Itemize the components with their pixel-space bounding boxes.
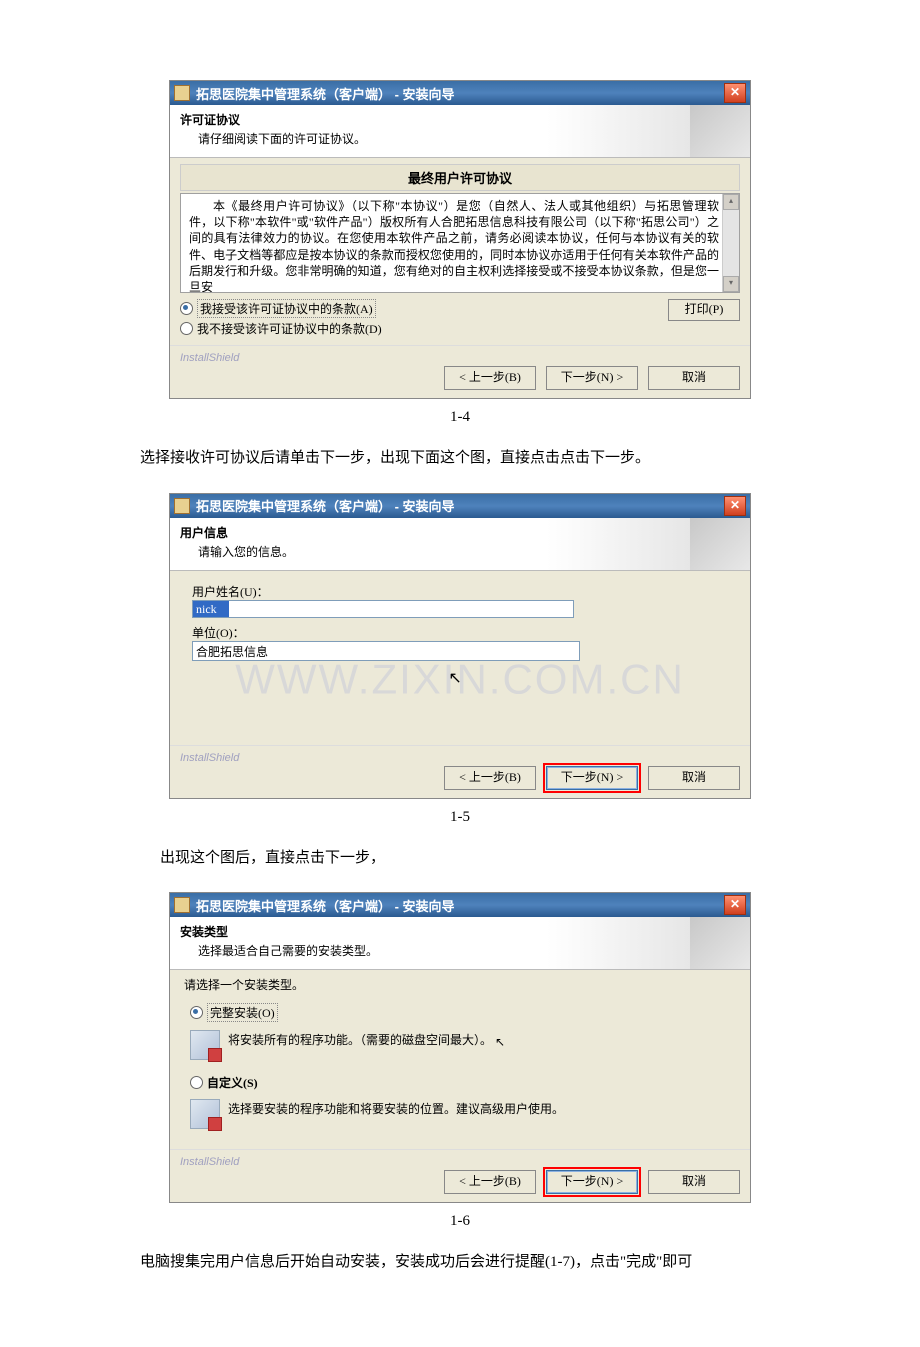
header-title: 安装类型 [180, 923, 740, 940]
header-graphic [690, 917, 750, 969]
close-icon[interactable]: ✕ [724, 496, 746, 516]
scroll-down-icon[interactable]: ▾ [723, 276, 739, 292]
radio-group: 我接受该许可证协议中的条款(A) 我不接受该许可证协议中的条款(D) 打印(P) [180, 299, 740, 337]
radio-custom[interactable]: 自定义(S) [190, 1074, 736, 1091]
installshield-label: InstallShield [180, 1156, 740, 1168]
header-subtitle: 请仔细阅读下面的许可证协议。 [180, 130, 740, 147]
installshield-label: InstallShield [180, 752, 740, 764]
complete-desc: 将安装所有的程序功能。（需要的磁盘空间最大）。 ↖ [228, 1032, 505, 1049]
username-field[interactable]: nick [192, 600, 574, 618]
header-panel: 安装类型 选择最适合自己需要的安装类型。 [170, 917, 750, 970]
figure-label-1-6: 1-6 [140, 1213, 780, 1230]
back-button[interactable]: < 上一步(B) [444, 1170, 536, 1194]
eula-body: 本《最终用户许可协议》（以下称"本协议"）是您（自然人、法人或其他组织）与拓思管… [181, 194, 739, 293]
setup-custom-icon [190, 1099, 220, 1129]
radio-dot-icon [180, 302, 193, 315]
header-subtitle: 选择最适合自己需要的安装类型。 [180, 942, 740, 959]
app-icon [174, 897, 190, 913]
close-icon[interactable]: ✕ [724, 895, 746, 915]
scroll-up-icon[interactable]: ▴ [723, 194, 739, 210]
back-button[interactable]: < 上一步(B) [444, 366, 536, 390]
cancel-button[interactable]: 取消 [648, 1170, 740, 1194]
header-graphic [690, 105, 750, 157]
footer-panel: InstallShield < 上一步(B) 下一步(N) > 取消 [170, 745, 750, 798]
cursor-arrow-icon: ↖ [448, 668, 461, 688]
installshield-label: InstallShield [180, 352, 740, 364]
figure-label-1-4: 1-4 [140, 409, 780, 426]
header-title: 许可证协议 [180, 111, 740, 128]
custom-desc: 选择要安装的程序功能和将要安装的位置。建议高级用户使用。 [228, 1101, 564, 1118]
footer-panel: InstallShield < 上一步(B) 下一步(N) > 取消 [170, 1149, 750, 1202]
cancel-button[interactable]: 取消 [648, 766, 740, 790]
app-icon [174, 85, 190, 101]
radio-dot-icon [180, 322, 193, 335]
titlebar[interactable]: 拓思医院集中管理系统（客户端） - 安装向导 ✕ [170, 893, 750, 917]
back-button[interactable]: < 上一步(B) [444, 766, 536, 790]
org-label: 单位(O)： [192, 624, 740, 641]
dialog-setup-type: 拓思医院集中管理系统（客户端） - 安装向导 ✕ 安装类型 选择最适合自己需要的… [169, 892, 751, 1203]
cancel-button[interactable]: 取消 [648, 366, 740, 390]
header-panel: 许可证协议 请仔细阅读下面的许可证协议。 [170, 105, 750, 158]
print-button[interactable]: 打印(P) [668, 299, 740, 321]
radio-decline-label: 我不接受该许可证协议中的条款(D) [197, 320, 382, 337]
body-panel: 最终用户许可协议 本《最终用户许可协议》（以下称"本协议"）是您（自然人、法人或… [170, 158, 750, 345]
window-title: 拓思医院集中管理系统（客户端） - 安装向导 [196, 896, 724, 915]
footer-panel: InstallShield < 上一步(B) 下一步(N) > 取消 [170, 345, 750, 398]
window-title: 拓思医院集中管理系统（客户端） - 安装向导 [196, 496, 724, 515]
cursor-arrow-icon: ↖ [495, 1034, 505, 1051]
close-icon[interactable]: ✕ [724, 83, 746, 103]
scrollbar[interactable]: ▴ ▾ [722, 194, 739, 292]
radio-complete[interactable]: 完整安装(O) [190, 1003, 736, 1022]
header-title: 用户信息 [180, 524, 740, 541]
setup-hint: 请选择一个安装类型。 [184, 976, 736, 993]
org-field[interactable]: 合肥拓思信息 [192, 641, 580, 661]
eula-heading: 最终用户许可协议 [180, 164, 740, 191]
body-panel: 用户姓名(U)： nick 单位(O)： 合肥拓思信息 ↖ WWW.ZIXIN.… [170, 571, 750, 745]
complete-block: 将安装所有的程序功能。（需要的磁盘空间最大）。 ↖ [190, 1030, 736, 1060]
body-panel: 请选择一个安装类型。 完整安装(O) 将安装所有的程序功能。（需要的磁盘空间最大… [170, 970, 750, 1149]
radio-decline[interactable]: 我不接受该许可证协议中的条款(D) [180, 320, 740, 337]
next-button[interactable]: 下一步(N) > [546, 766, 638, 790]
dialog-license: 拓思医院集中管理系统（客户端） - 安装向导 ✕ 许可证协议 请仔细阅读下面的许… [169, 80, 751, 399]
titlebar[interactable]: 拓思医院集中管理系统（客户端） - 安装向导 ✕ [170, 494, 750, 518]
paragraph-2: 出现这个图后，直接点击下一步， [140, 844, 780, 873]
setup-complete-icon [190, 1030, 220, 1060]
radio-dot-icon [190, 1006, 203, 1019]
next-button[interactable]: 下一步(N) > [546, 366, 638, 390]
radio-accept[interactable]: 我接受该许可证协议中的条款(A) [180, 299, 740, 318]
dialog-user-info: 拓思医院集中管理系统（客户端） - 安装向导 ✕ 用户信息 请输入您的信息。 用… [169, 493, 751, 799]
radio-accept-label: 我接受该许可证协议中的条款(A) [197, 299, 376, 318]
org-value: 合肥拓思信息 [196, 645, 268, 659]
paragraph-1: 选择接收许可协议后请单击下一步，出现下面这个图，直接点击点击下一步。 [140, 444, 780, 473]
app-icon [174, 498, 190, 514]
eula-textbox[interactable]: 本《最终用户许可协议》（以下称"本协议"）是您（自然人、法人或其他组织）与拓思管… [180, 193, 740, 293]
paragraph-3: 电脑搜集完用户信息后开始自动安装，安装成功后会进行提醒(1-7)，点击"完成"即… [140, 1248, 780, 1277]
radio-dot-icon [190, 1076, 203, 1089]
complete-label: 完整安装(O) [207, 1003, 278, 1022]
header-panel: 用户信息 请输入您的信息。 [170, 518, 750, 571]
username-label: 用户姓名(U)： [192, 583, 740, 600]
custom-block: 选择要安装的程序功能和将要安装的位置。建议高级用户使用。 [190, 1099, 736, 1129]
figure-label-1-5: 1-5 [140, 809, 780, 826]
header-subtitle: 请输入您的信息。 [180, 543, 740, 560]
next-button[interactable]: 下一步(N) > [546, 1170, 638, 1194]
custom-label: 自定义(S) [207, 1074, 258, 1091]
username-value: nick [193, 601, 229, 617]
window-title: 拓思医院集中管理系统（客户端） - 安装向导 [196, 84, 724, 103]
titlebar[interactable]: 拓思医院集中管理系统（客户端） - 安装向导 ✕ [170, 81, 750, 105]
header-graphic [690, 518, 750, 570]
